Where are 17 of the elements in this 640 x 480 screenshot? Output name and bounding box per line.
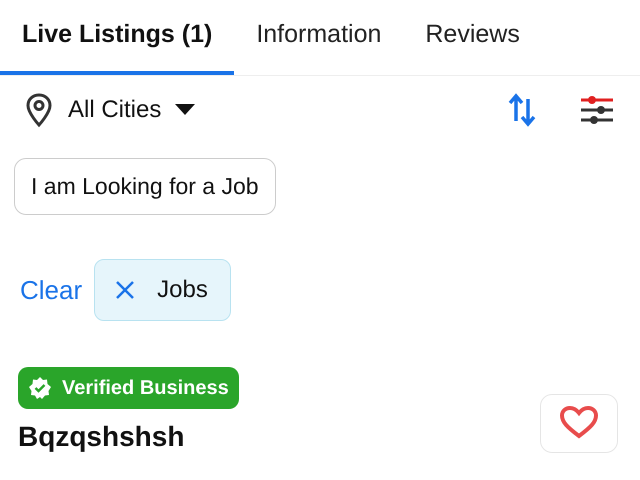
sort-icon[interactable] (508, 93, 536, 127)
close-icon (115, 280, 136, 300)
active-filter-chip[interactable]: Jobs (94, 259, 231, 321)
favorite-button[interactable] (540, 394, 618, 453)
tab[interactable]: Information (234, 0, 404, 75)
heart-icon (559, 405, 599, 439)
city-selector[interactable]: All Cities (24, 92, 196, 128)
verified-check-icon (28, 376, 52, 400)
tab[interactable]: Reviews (403, 0, 542, 75)
location-pin-icon (24, 92, 54, 128)
clear-link[interactable]: Clear (20, 274, 82, 306)
caret-icon (175, 104, 196, 116)
tab[interactable]: Live Listings (1) (0, 0, 234, 75)
verified-badge: Verified Business (18, 367, 239, 409)
filter-chip[interactable]: I am Looking for a Job (14, 158, 276, 215)
listing-title: Bqzqshshsh (18, 421, 186, 453)
filter-sliders-icon[interactable] (580, 96, 614, 124)
